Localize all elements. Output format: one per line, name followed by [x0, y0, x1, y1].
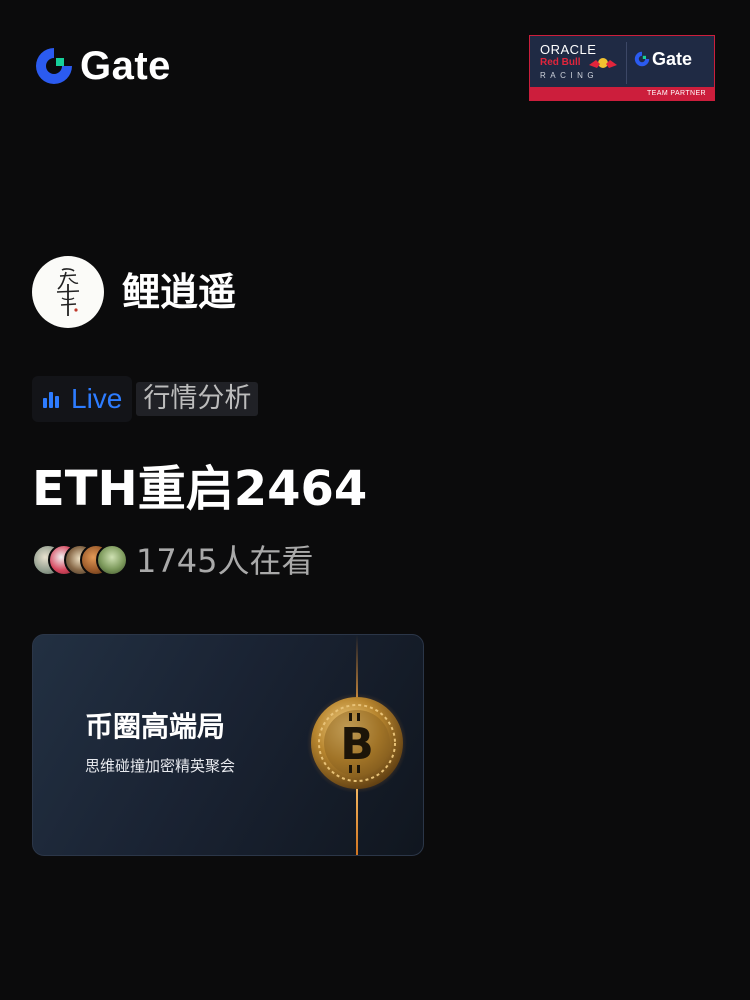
gate-logo-icon: [634, 51, 650, 67]
partner-redbull-text: Red Bull: [540, 57, 581, 68]
viewer-count: 1745人在看: [136, 542, 314, 580]
stream-tags: Live 行情分析: [32, 376, 259, 422]
banner-subtitle: 思维碰撞加密精英聚会: [85, 757, 236, 775]
live-badge: Live: [32, 376, 133, 422]
stream-title: ETH重启2464: [32, 461, 368, 517]
header: Gate ORACLE Red Bull RACING Gate TEAM PA…: [0, 0, 750, 130]
viewer-avatar: [96, 544, 128, 576]
red-bull-logo-icon: [589, 58, 617, 68]
svg-text:B: B: [340, 719, 374, 770]
partner-band-text: TEAM PARTNER: [647, 90, 706, 97]
bitcoin-coin-icon: B: [307, 693, 407, 793]
brand-name: Gate: [80, 44, 171, 88]
partner-gate-logo: Gate: [634, 50, 692, 68]
host-name[interactable]: 鲤逍遥: [122, 270, 236, 314]
host-avatar[interactable]: [32, 256, 104, 328]
viewer-avatars: [32, 544, 128, 578]
partner-gate-text: Gate: [652, 49, 693, 69]
bar-chart-icon: [43, 392, 59, 408]
category-tag[interactable]: 行情分析: [136, 382, 259, 416]
team-partner-badge: ORACLE Red Bull RACING Gate TEAM PARTNER: [529, 35, 715, 101]
banner-title: 币圈高端局: [85, 710, 226, 743]
host-profile[interactable]: 鲤逍遥: [32, 256, 236, 328]
partner-divider: [626, 42, 627, 84]
promo-banner[interactable]: 币圈高端局 思维碰撞加密精英聚会 B: [32, 634, 424, 856]
viewer-info: 1745人在看: [32, 541, 313, 581]
live-label: Live: [71, 383, 123, 414]
calligraphy-avatar-icon: [56, 268, 80, 316]
gate-logo[interactable]: Gate: [34, 46, 171, 86]
partner-oracle-text: ORACLE: [540, 42, 597, 57]
gate-logo-icon: [36, 48, 72, 84]
partner-racing-text: RACING: [540, 71, 599, 80]
partner-band: TEAM PARTNER: [530, 87, 714, 100]
